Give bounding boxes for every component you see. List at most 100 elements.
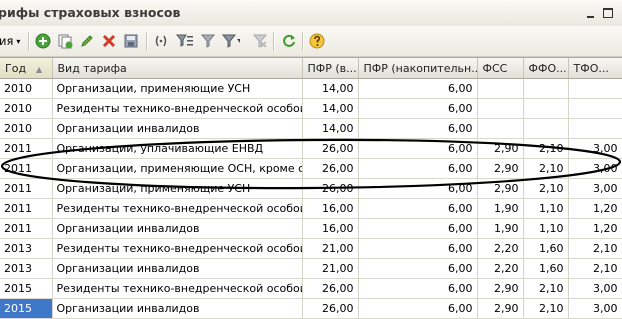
table-row[interactable]: 2011 Организации инвалидов 16,00 6,00 1,90 1,… bbox=[0, 218, 622, 239]
cell-tariff-type[interactable]: Резиденты технико-внедренческой особой э… bbox=[52, 198, 303, 219]
cell-year[interactable]: 2010 bbox=[0, 98, 53, 119]
clear-filter-button[interactable] bbox=[251, 32, 269, 50]
cell-tariff-type[interactable]: Организации, применяющие ОСН, кроме с/х … bbox=[52, 158, 303, 179]
cell-ffoms[interactable]: 1,10 bbox=[523, 218, 569, 239]
column-header-tariff-type[interactable]: Вид тарифа bbox=[52, 58, 303, 79]
cell-year[interactable]: 2013 bbox=[0, 258, 53, 279]
edit-button[interactable] bbox=[78, 32, 96, 50]
table-row[interactable]: 2011 Резиденты технико-внедренческой особ… bbox=[0, 198, 622, 219]
filter-menu-button[interactable] bbox=[222, 32, 240, 50]
column-header-fss[interactable]: ФСС bbox=[477, 58, 524, 79]
cell-year[interactable]: 2011 bbox=[0, 178, 53, 199]
actions-menu[interactable]: ия ▾ bbox=[0, 34, 20, 48]
filter-by-value-button[interactable] bbox=[199, 32, 217, 50]
table-row[interactable]: 2013 Резиденты технико-внедренческой особ… bbox=[0, 238, 622, 259]
cell-pfr-insurance[interactable]: 26,00 bbox=[302, 158, 359, 179]
cell-year[interactable]: 2011 bbox=[0, 138, 53, 159]
cell-pfr-funded[interactable]: 6,00 bbox=[358, 118, 478, 139]
cell-pfr-insurance[interactable]: 26,00 bbox=[302, 178, 359, 199]
cell-fss[interactable]: 2,90 bbox=[477, 278, 524, 299]
cell-pfr-funded[interactable]: 6,00 bbox=[358, 98, 478, 119]
cell-fss[interactable]: 2,20 bbox=[477, 258, 524, 279]
cell-pfr-funded[interactable]: 6,00 bbox=[358, 178, 478, 199]
cell-pfr-funded[interactable]: 6,00 bbox=[358, 238, 478, 259]
table-row[interactable]: 2011 Организации, применяющие ОСН, кроме … bbox=[0, 158, 622, 179]
table-row[interactable]: 2010 Резиденты технико-внедренческой особ… bbox=[0, 98, 622, 119]
cell-tfoms[interactable]: 1,20 bbox=[568, 198, 622, 219]
cell-pfr-funded[interactable]: 6,00 bbox=[358, 258, 478, 279]
cell-ffoms[interactable]: 1,10 bbox=[523, 198, 569, 219]
column-header-pfr-funded[interactable]: ПФР (накопительн... bbox=[358, 58, 478, 79]
cell-ffoms[interactable]: 1,60 bbox=[523, 258, 569, 279]
cell-pfr-funded[interactable]: 6,00 bbox=[358, 158, 478, 179]
cell-tariff-type[interactable]: Организации инвалидов bbox=[52, 218, 303, 239]
refresh-button[interactable] bbox=[280, 32, 298, 50]
cell-pfr-funded[interactable]: 6,00 bbox=[358, 78, 478, 99]
cell-tfoms[interactable]: 3,00 bbox=[568, 278, 622, 299]
cell-year[interactable]: 2010 bbox=[0, 118, 53, 139]
cell-pfr-funded[interactable]: 6,00 bbox=[358, 278, 478, 299]
cell-pfr-insurance[interactable]: 16,00 bbox=[302, 218, 359, 239]
cell-year[interactable]: 2013 bbox=[0, 238, 53, 259]
cell-year[interactable]: 2010 bbox=[0, 78, 53, 99]
cell-ffoms[interactable] bbox=[523, 98, 569, 119]
cell-tariff-type[interactable]: Организации, применяющие УСН bbox=[52, 178, 303, 199]
cell-year[interactable]: 2011 bbox=[0, 198, 53, 219]
copy-button[interactable] bbox=[56, 32, 74, 50]
cell-pfr-insurance[interactable]: 26,00 bbox=[302, 278, 359, 299]
maximize-icon[interactable] bbox=[603, 8, 614, 19]
table-row[interactable]: 2010 Организации инвалидов 14,00 6,00 bbox=[0, 118, 622, 139]
table-row[interactable]: 2010 Организации, применяющие УСН 14,00 6,0… bbox=[0, 78, 622, 99]
cell-pfr-insurance[interactable]: 16,00 bbox=[302, 198, 359, 219]
cell-pfr-insurance[interactable]: 26,00 bbox=[302, 138, 359, 159]
cell-pfr-funded[interactable]: 6,00 bbox=[358, 218, 478, 239]
cell-pfr-funded[interactable]: 6,00 bbox=[358, 198, 478, 219]
cell-tariff-type[interactable]: Резиденты технико-внедренческой особой э… bbox=[52, 98, 303, 119]
cell-year[interactable]: 2015 bbox=[0, 278, 53, 299]
cell-tfoms[interactable]: 3,00 bbox=[568, 158, 622, 179]
cell-tariff-type[interactable]: Резиденты технико-внедренческой особой э… bbox=[52, 238, 303, 259]
cell-pfr-insurance[interactable]: 14,00 bbox=[302, 98, 359, 119]
column-header-year[interactable]: Год ▲ bbox=[0, 58, 53, 79]
cell-tariff-type[interactable]: Организации инвалидов bbox=[52, 118, 303, 139]
cell-tfoms[interactable] bbox=[568, 118, 622, 139]
cell-tfoms[interactable]: 3,00 bbox=[568, 138, 622, 159]
column-header-tfoms[interactable]: ТФО... bbox=[568, 58, 622, 79]
table-row[interactable]: 2011 Организации, уплачивающие ЕНВД 26,00 6… bbox=[0, 138, 622, 159]
cell-tfoms[interactable] bbox=[568, 98, 622, 119]
cell-tariff-type[interactable]: Организации, уплачивающие ЕНВД bbox=[52, 138, 303, 159]
table-row[interactable]: 2013 Организации инвалидов 21,00 6,00 2,20 1,… bbox=[0, 258, 622, 279]
cell-tfoms[interactable]: 2,10 bbox=[568, 258, 622, 279]
cell-fss[interactable]: 2,90 bbox=[477, 138, 524, 159]
cell-fss[interactable]: 1,90 bbox=[477, 198, 524, 219]
add-button[interactable] bbox=[34, 32, 52, 50]
cell-pfr-insurance[interactable]: 21,00 bbox=[302, 258, 359, 279]
hierarchy-button[interactable] bbox=[152, 32, 170, 50]
cell-tariff-type[interactable]: Организации инвалидов bbox=[52, 258, 303, 279]
help-button[interactable] bbox=[308, 32, 326, 50]
cell-ffoms[interactable]: 2,10 bbox=[523, 158, 569, 179]
minimize-icon[interactable] bbox=[586, 8, 597, 19]
cell-tariff-type[interactable]: Резиденты технико-внедренческой особой э… bbox=[52, 278, 303, 299]
cell-tfoms[interactable]: 1,20 bbox=[568, 218, 622, 239]
cell-pfr-funded[interactable]: 6,00 bbox=[358, 138, 478, 159]
cell-ffoms[interactable] bbox=[523, 118, 569, 139]
cell-fss[interactable] bbox=[477, 78, 524, 99]
cell-pfr-insurance[interactable]: 14,00 bbox=[302, 118, 359, 139]
cell-fss[interactable]: 2,20 bbox=[477, 238, 524, 259]
table-row[interactable]: 2015 Резиденты технико-внедренческой особ… bbox=[0, 278, 622, 299]
cell-tfoms[interactable]: 3,00 bbox=[568, 178, 622, 199]
cell-fss[interactable]: 2,90 bbox=[477, 178, 524, 199]
save-button[interactable] bbox=[122, 32, 140, 50]
cell-pfr-insurance[interactable]: 21,00 bbox=[302, 238, 359, 259]
cell-ffoms[interactable]: 2,10 bbox=[523, 178, 569, 199]
cell-ffoms[interactable] bbox=[523, 78, 569, 99]
cell-ffoms[interactable]: 2,10 bbox=[523, 138, 569, 159]
cell-fss[interactable] bbox=[477, 118, 524, 139]
cell-year[interactable]: 2011 bbox=[0, 158, 53, 179]
cell-ffoms[interactable]: 1,60 bbox=[523, 238, 569, 259]
delete-button[interactable] bbox=[100, 32, 118, 50]
column-header-ffoms[interactable]: ФФО... bbox=[523, 58, 569, 79]
cell-fss[interactable]: 1,90 bbox=[477, 218, 524, 239]
table-row[interactable]: 2011 Организации, применяющие УСН 26,00 6,0… bbox=[0, 178, 622, 199]
